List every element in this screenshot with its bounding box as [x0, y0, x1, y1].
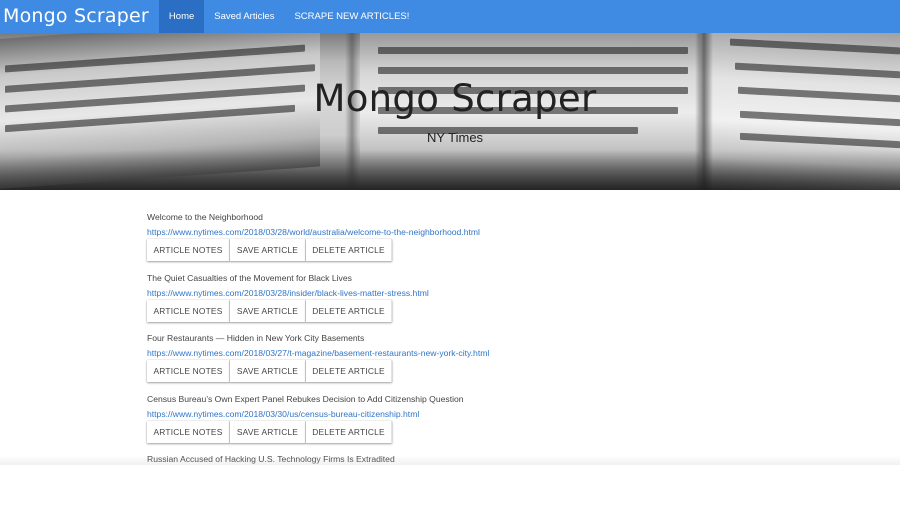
delete-article-button[interactable]: DELETE ARTICLE	[306, 360, 392, 382]
article-link[interactable]: https://www.nytimes.com/2018/03/30/us/ce…	[147, 409, 767, 420]
article-item: The Quiet Casualties of the Movement for…	[147, 266, 767, 327]
newsprint-line	[378, 47, 688, 54]
article-title: The Quiet Casualties of the Movement for…	[147, 272, 352, 283]
newsprint-line	[378, 67, 688, 74]
article-title: Welcome to the Neighborhood	[147, 212, 263, 222]
hero-subtitle: NY Times	[426, 130, 484, 145]
article-title: Four Restaurants — Hidden in New York Ci…	[147, 333, 365, 343]
save-article-button[interactable]: SAVE ARTICLE	[230, 239, 306, 261]
page-bottom-shadow	[0, 455, 900, 465]
article-notes-button[interactable]: ARTICLE NOTES	[147, 420, 230, 443]
article-actions: ARTICLE NOTES SAVE ARTICLE DELETE ARTICL…	[147, 299, 767, 322]
navbar: Mongo Scraper Home Saved Articles SCRAPE…	[0, 0, 900, 33]
article-title: Census Bureau’s Own Expert Panel Rebukes…	[147, 393, 464, 404]
article-item: Census Bureau’s Own Expert Panel Rebukes…	[147, 387, 767, 448]
article-item: Four Restaurants — Hidden in New York Ci…	[147, 326, 767, 387]
article-link[interactable]: https://www.nytimes.com/2018/03/28/insid…	[147, 288, 767, 299]
article-actions: ARTICLE NOTES SAVE ARTICLE DELETE ARTICL…	[147, 360, 767, 382]
article-actions: ARTICLE NOTES SAVE ARTICLE DELETE ARTICL…	[147, 239, 767, 261]
nav-home[interactable]: Home	[158, 0, 205, 33]
article-actions: ARTICLE NOTES SAVE ARTICLE DELETE ARTICL…	[147, 420, 767, 443]
article-link[interactable]: https://www.nytimes.com/2018/03/27/t-mag…	[147, 348, 767, 359]
nav-scrape-new-articles[interactable]: SCRAPE NEW ARTICLES!	[284, 0, 419, 33]
article-notes-button[interactable]: ARTICLE NOTES	[147, 239, 230, 261]
article-link[interactable]: https://www.nytimes.com/2018/03/28/world…	[147, 227, 767, 238]
save-article-button[interactable]: SAVE ARTICLE	[230, 360, 306, 382]
save-article-button[interactable]: SAVE ARTICLE	[230, 299, 306, 322]
hero-title: Mongo Scraper	[313, 77, 597, 120]
nav-saved-articles[interactable]: Saved Articles	[204, 0, 284, 33]
article-notes-button[interactable]: ARTICLE NOTES	[147, 299, 230, 322]
brand-logo[interactable]: Mongo Scraper	[0, 0, 159, 33]
save-article-button[interactable]: SAVE ARTICLE	[230, 420, 306, 443]
delete-article-button[interactable]: DELETE ARTICLE	[306, 239, 392, 261]
hero-banner: Mongo Scraper NY Times	[0, 33, 900, 190]
article-item: Welcome to the Neighborhood https://www.…	[147, 205, 767, 266]
delete-article-button[interactable]: DELETE ARTICLE	[306, 299, 392, 322]
article-notes-button[interactable]: ARTICLE NOTES	[147, 360, 230, 382]
hero-shadow	[0, 150, 900, 190]
delete-article-button[interactable]: DELETE ARTICLE	[306, 420, 392, 443]
